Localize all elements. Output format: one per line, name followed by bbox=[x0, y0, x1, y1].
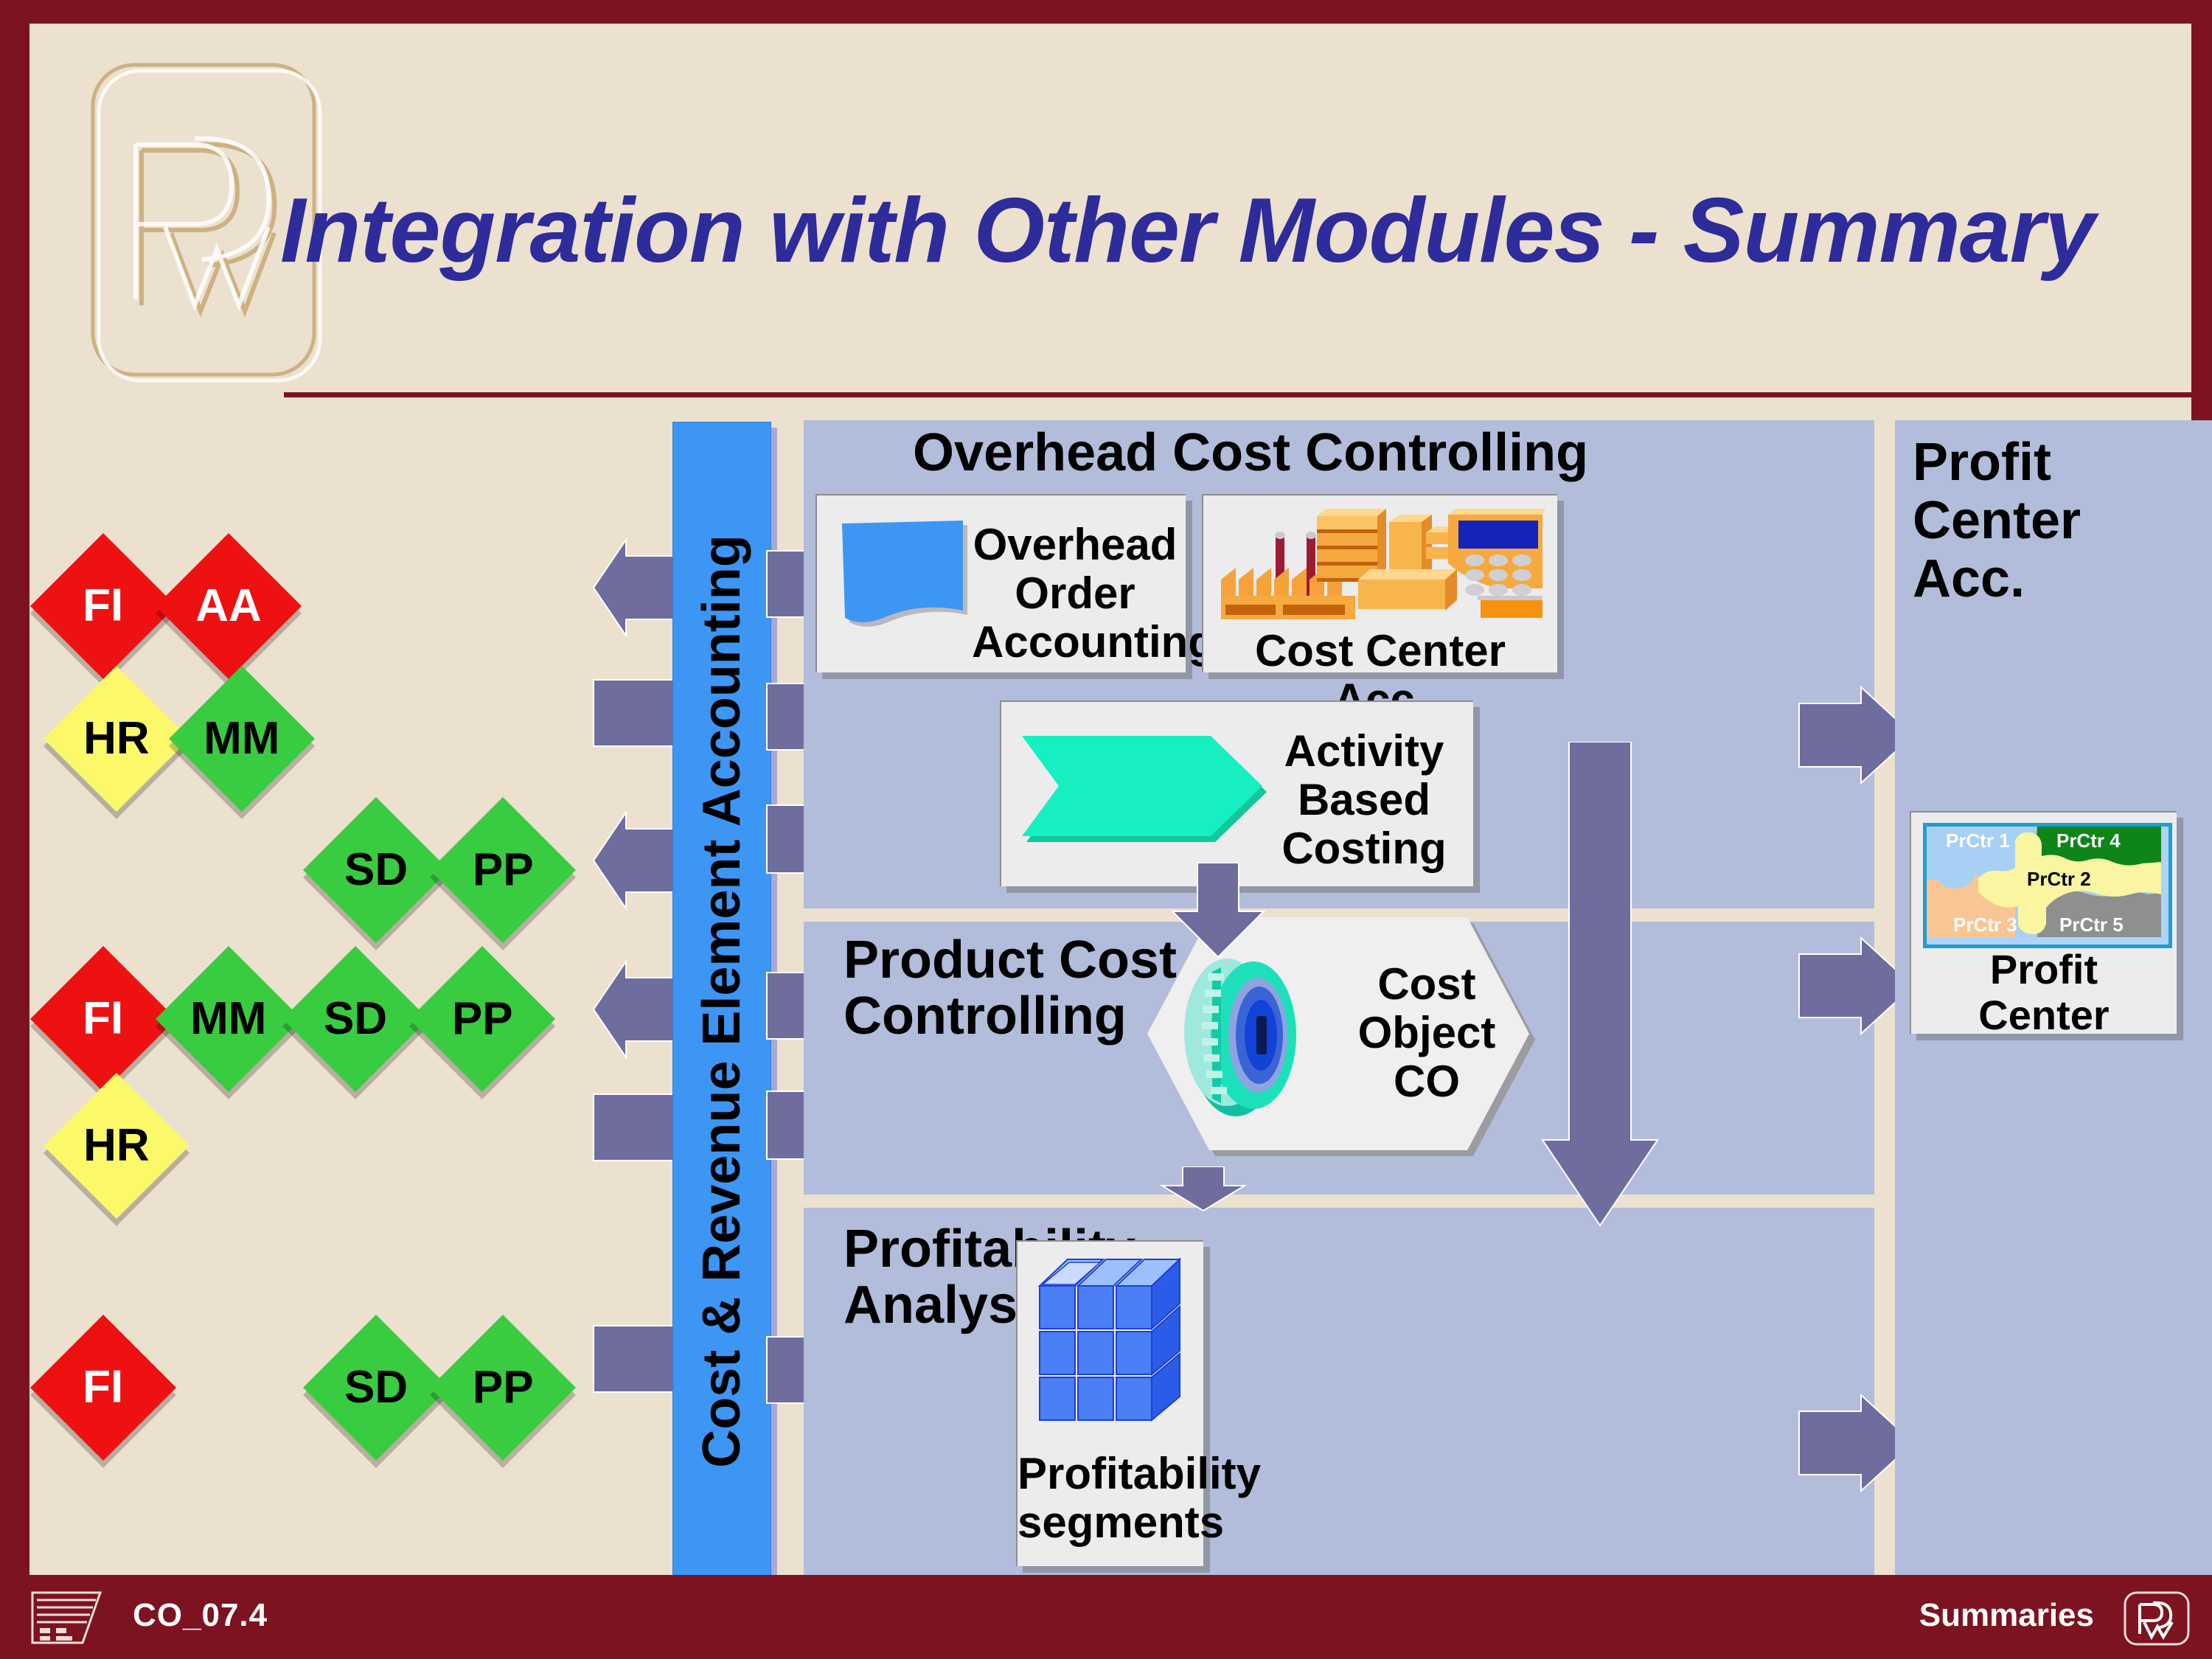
card-label-activity-based-costing: Activity Based Costing bbox=[1281, 726, 1447, 873]
module-label: SD bbox=[344, 1361, 408, 1413]
module-diamond-mm[interactable]: MM bbox=[169, 666, 315, 812]
connector-stub-row5-icon bbox=[593, 1093, 679, 1161]
module-label: MM bbox=[190, 992, 267, 1044]
module-label: SD bbox=[344, 844, 408, 895]
slide-canvas: Integration with Other Modules - Summary… bbox=[29, 24, 2212, 1581]
panel-overhead-cost-controlling: Overhead Cost Controlling Overhead Order… bbox=[804, 420, 1874, 908]
chevron-process-icon bbox=[1018, 731, 1267, 847]
order-document-icon bbox=[836, 512, 975, 644]
cost-revenue-element-accounting-bar[interactable]: Cost & Revenue Element Accounting bbox=[672, 422, 771, 1581]
card-label-cost-object-co: Cost Object CO bbox=[1357, 959, 1496, 1106]
map-label-prctr-5: PrCtr 5 bbox=[2059, 914, 2124, 936]
module-label: MM bbox=[204, 712, 280, 764]
slide-footer: CO_07.4 Summaries bbox=[0, 1575, 2212, 1659]
module-diamond-hr-2[interactable]: HR bbox=[44, 1073, 189, 1219]
map-label-prctr-1: PrCtr 1 bbox=[1946, 830, 2010, 852]
page-title: Integration with Other Modules - Summary bbox=[280, 180, 2096, 282]
module-diamond-pp[interactable]: PP bbox=[430, 797, 576, 943]
module-diamond-fi[interactable]: FI bbox=[30, 533, 176, 679]
arrow-left-row1-icon bbox=[592, 537, 679, 639]
module-label: FI bbox=[83, 1361, 124, 1413]
map-label-prctr-4: PrCtr 4 bbox=[2056, 830, 2121, 852]
module-label: SD bbox=[323, 992, 388, 1044]
profit-center-map-icon: PrCtr 1 PrCtr 4 PrCtr 2 PrCtr 3 PrCtr 5 bbox=[1923, 823, 2172, 948]
cube-grid-icon bbox=[1037, 1255, 1184, 1436]
vertical-bar-label: Cost & Revenue Element Accounting bbox=[692, 535, 751, 1468]
module-diamond-sd[interactable]: SD bbox=[303, 797, 449, 943]
arrow-left-row3-icon bbox=[592, 810, 679, 911]
module-label: FI bbox=[83, 992, 124, 1044]
module-label: PP bbox=[472, 844, 534, 895]
module-diamond-hr[interactable]: HR bbox=[44, 666, 189, 812]
pwc-footer-logo bbox=[2124, 1591, 2190, 1646]
module-label: FI bbox=[83, 580, 124, 631]
gear-icon bbox=[1183, 948, 1338, 1126]
card-profit-center[interactable]: PrCtr 1 PrCtr 4 PrCtr 2 PrCtr 3 PrCtr 5 … bbox=[1910, 811, 2177, 1038]
arrow-left-row4-icon bbox=[592, 959, 679, 1060]
map-label-prctr-2: PrCtr 2 bbox=[2027, 868, 2091, 890]
module-diamond-pp-2[interactable]: PP bbox=[409, 946, 555, 1092]
slide-root: Integration with Other Modules - Summary… bbox=[0, 0, 2212, 1659]
module-label: PP bbox=[451, 993, 513, 1044]
panel-profit-center-accounting: Profit Center Acc. PrCtr 1 PrCtr 4 PrCtr… bbox=[1895, 420, 2212, 1579]
module-label: PP bbox=[472, 1362, 534, 1413]
module-label: HR bbox=[83, 1120, 150, 1171]
panel-title-profit-center-acc: Profit Center Acc. bbox=[1913, 433, 2081, 609]
footer-course-id: CO_07.4 bbox=[133, 1597, 268, 1633]
title-underline bbox=[284, 392, 2194, 397]
card-cost-center-acc[interactable]: Cost Center Acc. bbox=[1202, 494, 1557, 724]
module-diamond-pp-3[interactable]: PP bbox=[430, 1315, 576, 1461]
controlling-panels: Overhead Cost Controlling Overhead Order… bbox=[804, 420, 1874, 1579]
module-diamond-sd-3[interactable]: SD bbox=[303, 1315, 449, 1461]
card-label-profit-center: Profit Center bbox=[1978, 946, 2110, 1038]
arrow-down-long-right-icon bbox=[1541, 741, 1659, 1232]
module-diamond-aa[interactable]: AA bbox=[156, 533, 302, 679]
module-diamond-fi-3[interactable]: FI bbox=[30, 1315, 176, 1461]
panel-title-overhead: Overhead Cost Controlling bbox=[913, 423, 1589, 482]
card-profitability-segments[interactable]: Profitability segments bbox=[1016, 1240, 1262, 1566]
card-label-overhead-order-accounting: Overhead Order Accounting bbox=[972, 520, 1215, 667]
document-stack-icon bbox=[29, 1591, 111, 1644]
panel-product-cost-controlling: Product Cost Controlling Cost Object CO bbox=[804, 917, 1874, 1194]
footer-section-label: Summaries bbox=[1919, 1597, 2094, 1633]
panel-profitability-analysis: Profitability Analysis Profitability seg… bbox=[804, 1208, 1874, 1579]
panel-title-product-cost: Product Cost Controlling bbox=[844, 931, 1178, 1046]
module-label: AA bbox=[195, 580, 262, 631]
connector-stub-row6-icon bbox=[593, 1325, 679, 1393]
card-label-profitability-segments: Profitability segments bbox=[1018, 1449, 1262, 1547]
module-label: HR bbox=[83, 713, 150, 764]
map-label-prctr-3: PrCtr 3 bbox=[1953, 914, 2017, 936]
module-diamond-fi-2[interactable]: FI bbox=[30, 946, 176, 1092]
card-activity-based-costing[interactable]: Activity Based Costing bbox=[1000, 700, 1473, 886]
arrow-down-product-to-profitability-icon bbox=[1158, 1166, 1253, 1216]
module-diamond-mm-2[interactable]: MM bbox=[156, 946, 302, 1092]
connector-stub-row2-icon bbox=[593, 679, 679, 747]
arrow-down-abc-to-product-icon bbox=[1170, 862, 1268, 962]
factory-cash-register-icon bbox=[1221, 503, 1545, 632]
module-diamond-sd-2[interactable]: SD bbox=[282, 946, 428, 1092]
card-overhead-order-accounting[interactable]: Overhead Order Accounting bbox=[815, 494, 1215, 672]
